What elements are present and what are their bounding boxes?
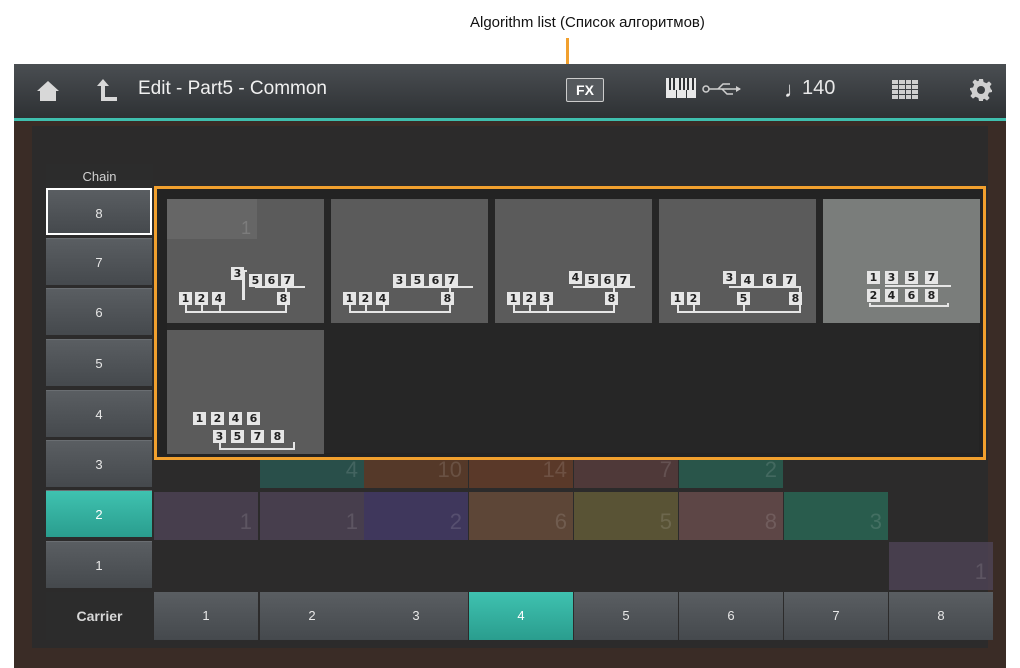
algorithm-list-callout: Algorithm list (Список алгоритмов) bbox=[470, 14, 705, 31]
operator-box: 6 bbox=[601, 274, 614, 287]
algorithm-tile-6[interactable]: 1 2 3 4 5 6 7 8 bbox=[167, 330, 324, 454]
operator-box: 1 bbox=[507, 292, 520, 305]
operator-box: 2 bbox=[195, 292, 208, 305]
matrix-cell: 1 bbox=[260, 492, 364, 540]
operator-box: 7 bbox=[617, 274, 630, 287]
chain-button-6[interactable]: 6 bbox=[46, 288, 152, 335]
carrier-button-7[interactable]: 7 bbox=[784, 592, 888, 640]
gear-icon[interactable] bbox=[969, 78, 993, 102]
algorithm-list-inner: 1 1 2 3 4 5 6 7 8 1 2 3 4 5 6 7 8 1 2 3 … bbox=[167, 199, 980, 454]
operator-box: 4 bbox=[569, 271, 582, 284]
algorithm-tile-5[interactable]: 1 2 3 4 5 6 7 8 bbox=[823, 199, 980, 323]
matrix-cell: 3 bbox=[784, 492, 888, 540]
algorithm-tile-3[interactable]: 1 2 3 4 5 6 7 8 bbox=[495, 199, 652, 323]
chain-button-8[interactable]: 8 bbox=[46, 188, 152, 235]
operator-box: 4 bbox=[376, 292, 389, 305]
chain-button-7[interactable]: 7 bbox=[46, 238, 152, 285]
operator-box: 6 bbox=[905, 289, 918, 302]
operator-box: 5 bbox=[249, 274, 262, 287]
operator-box: 5 bbox=[411, 274, 424, 287]
operator-box: 4 bbox=[212, 292, 225, 305]
operator-box: 8 bbox=[925, 289, 938, 302]
operator-box: 5 bbox=[585, 274, 598, 287]
grid-icon[interactable] bbox=[892, 80, 918, 100]
carrier-button-2[interactable]: 2 bbox=[260, 592, 364, 640]
chain-button-5[interactable]: 5 bbox=[46, 339, 152, 386]
chain-header: Chain bbox=[46, 164, 153, 188]
operator-box: 6 bbox=[763, 274, 776, 287]
header-accent-line bbox=[14, 118, 1006, 121]
matrix-cell: 6 bbox=[469, 492, 573, 540]
operator-box: 3 bbox=[885, 271, 898, 284]
carrier-button-5[interactable]: 5 bbox=[574, 592, 678, 640]
operator-box: 2 bbox=[523, 292, 536, 305]
algorithm-tile-2[interactable]: 1 2 3 4 5 6 7 8 bbox=[331, 199, 488, 323]
operator-box: 5 bbox=[737, 292, 750, 305]
operator-box: 7 bbox=[925, 271, 938, 284]
operator-box: 4 bbox=[885, 289, 898, 302]
carrier-button-4[interactable]: 4 bbox=[469, 592, 573, 640]
matrix-cell: 2 bbox=[364, 492, 468, 540]
matrix-cell: 1 bbox=[154, 492, 258, 540]
operator-box: 5 bbox=[231, 430, 244, 443]
algorithm-tile-4[interactable]: 1 2 3 4 5 6 7 8 bbox=[659, 199, 816, 323]
fx-button[interactable]: FX bbox=[566, 78, 604, 102]
operator-box: 6 bbox=[247, 412, 260, 425]
carrier-label: Carrier bbox=[46, 592, 153, 640]
operator-box: 8 bbox=[441, 292, 454, 305]
home-icon[interactable] bbox=[36, 80, 60, 102]
operator-box: 8 bbox=[277, 292, 290, 305]
operator-box: 1 bbox=[179, 292, 192, 305]
carrier-button-6[interactable]: 6 bbox=[679, 592, 783, 640]
usb-icon bbox=[702, 83, 741, 95]
chain-button-2[interactable]: 2 bbox=[46, 490, 152, 537]
matrix-cell: 5 bbox=[574, 492, 678, 540]
operator-box: 2 bbox=[687, 292, 700, 305]
back-arrow-icon[interactable] bbox=[96, 77, 118, 103]
chain-button-4[interactable]: 4 bbox=[46, 390, 152, 437]
operator-box: 6 bbox=[429, 274, 442, 287]
operator-box: 2 bbox=[867, 289, 880, 302]
operator-box: 3 bbox=[231, 267, 244, 280]
carrier-button-8[interactable]: 8 bbox=[889, 592, 993, 640]
operator-box: 7 bbox=[281, 274, 294, 287]
operator-box: 1 bbox=[193, 412, 206, 425]
tempo-value[interactable]: 140 bbox=[802, 77, 835, 100]
synth-screen: Edit - Part5 - Common FX ♩ 140 Chain 8 7… bbox=[14, 64, 1006, 668]
operator-box: 6 bbox=[265, 274, 278, 287]
operator-box: 8 bbox=[605, 292, 618, 305]
operator-box: 3 bbox=[540, 292, 553, 305]
operator-box: 2 bbox=[359, 292, 372, 305]
operator-box: 1 bbox=[671, 292, 684, 305]
operator-box: 7 bbox=[251, 430, 264, 443]
chain-button-3[interactable]: 3 bbox=[46, 440, 152, 487]
matrix-cell: 8 bbox=[679, 492, 783, 540]
carrier-button-3[interactable]: 3 bbox=[364, 592, 468, 640]
operator-box: 3 bbox=[213, 430, 226, 443]
operator-box: 1 bbox=[867, 271, 880, 284]
tile-ghost-number: 1 bbox=[167, 199, 257, 239]
operator-box: 7 bbox=[445, 274, 458, 287]
operator-box: 3 bbox=[393, 274, 406, 287]
page-title: Edit - Part5 - Common bbox=[138, 78, 327, 99]
operator-box: 4 bbox=[229, 412, 242, 425]
operator-box: 5 bbox=[905, 271, 918, 284]
algorithm-list: 1 1 2 3 4 5 6 7 8 1 2 3 4 5 6 7 8 1 2 3 … bbox=[154, 186, 986, 460]
header-bar: Edit - Part5 - Common FX ♩ 140 bbox=[14, 64, 1006, 118]
operator-box: 3 bbox=[723, 271, 736, 284]
operator-box: 1 bbox=[343, 292, 356, 305]
chain-button-1[interactable]: 1 bbox=[46, 541, 152, 588]
operator-box: 8 bbox=[789, 292, 802, 305]
operator-box: 4 bbox=[741, 274, 754, 287]
carrier-button-1[interactable]: 1 bbox=[154, 592, 258, 640]
operator-box: 7 bbox=[783, 274, 796, 287]
algorithm-tile-1[interactable]: 1 1 2 3 4 5 6 7 8 bbox=[167, 199, 324, 323]
operator-box: 2 bbox=[211, 412, 224, 425]
matrix-cell: 1 bbox=[889, 542, 993, 590]
operator-box: 8 bbox=[271, 430, 284, 443]
keyboard-icon[interactable] bbox=[666, 78, 696, 98]
